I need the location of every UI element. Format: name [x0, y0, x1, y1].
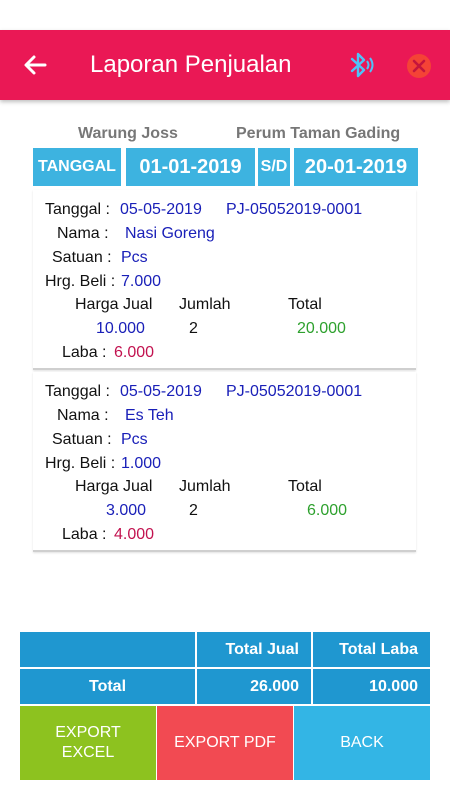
total-laba-header: Total Laba [313, 632, 430, 667]
invoice-code: PJ-05052019-0001 [226, 383, 363, 400]
profit-value: 4.000 [114, 526, 155, 543]
export-pdf-button[interactable]: EXPORT PDF [157, 706, 293, 780]
buy-price-value: 1.000 [121, 455, 162, 472]
app-bar: Laporan Penjualan [0, 30, 450, 100]
back-button[interactable]: BACK [294, 706, 430, 780]
list-item[interactable]: Tanggal : 05-05-2019 PJ-05052019-0001 Na… [33, 190, 416, 370]
store-name: Warung Joss [78, 125, 178, 142]
buy-price-label: Hrg. Beli : [45, 455, 116, 472]
unit-value: Pcs [121, 249, 148, 266]
qty-value: 2 [189, 502, 198, 519]
arrow-left-icon[interactable] [20, 50, 50, 80]
sell-price-header: Harga Jual [75, 296, 153, 313]
buy-price-label: Hrg. Beli : [45, 273, 116, 290]
total-jual-value: 26.000 [197, 669, 311, 704]
total-laba-value: 10.000 [313, 669, 430, 704]
unit-value: Pcs [121, 431, 148, 448]
product-name: Nasi Goreng [125, 225, 215, 242]
date-label: Tanggal : [45, 201, 110, 218]
sell-price-value: 10.000 [96, 320, 145, 337]
total-value: 20.000 [297, 320, 346, 337]
store-address: Perum Taman Gading [236, 125, 401, 142]
product-name: Es Teh [125, 407, 174, 424]
close-circle-icon[interactable] [404, 51, 434, 81]
export-excel-button[interactable]: EXPORT EXCEL [20, 706, 156, 780]
date-value: 05-05-2019 [120, 383, 202, 400]
summary-row-label: Total [20, 669, 195, 704]
profit-label: Laba : [62, 344, 107, 361]
qty-value: 2 [189, 320, 198, 337]
end-date-field[interactable]: 20-01-2019 [294, 148, 418, 186]
total-header: Total [288, 296, 322, 313]
start-date-field[interactable]: 01-01-2019 [126, 148, 255, 186]
export-excel-label: EXPORT EXCEL [55, 724, 121, 761]
unit-label: Satuan : [52, 249, 112, 266]
bluetooth-icon[interactable] [344, 49, 376, 81]
sell-price-header: Harga Jual [75, 478, 153, 495]
name-label: Nama : [57, 407, 109, 424]
qty-header: Jumlah [179, 478, 231, 495]
qty-header: Jumlah [179, 296, 231, 313]
page-title: Laporan Penjualan [90, 51, 292, 78]
name-label: Nama : [57, 225, 109, 242]
profit-value: 6.000 [114, 344, 155, 361]
total-jual-header: Total Jual [197, 632, 311, 667]
summary-header-empty [20, 632, 195, 667]
unit-label: Satuan : [52, 431, 112, 448]
date-label: Tanggal : [45, 383, 110, 400]
period-label: TANGGAL [33, 148, 121, 186]
invoice-code: PJ-05052019-0001 [226, 201, 363, 218]
total-header: Total [288, 478, 322, 495]
system-nav-bar [0, 780, 450, 800]
total-value: 6.000 [307, 502, 348, 519]
sales-list: Tanggal : 05-05-2019 PJ-05052019-0001 Na… [33, 190, 416, 554]
status-bar [0, 0, 450, 30]
sell-price-value: 3.000 [106, 502, 147, 519]
buy-price-value: 7.000 [121, 273, 162, 290]
date-value: 05-05-2019 [120, 201, 202, 218]
profit-label: Laba : [62, 526, 107, 543]
period-separator: S/D [258, 148, 290, 186]
list-item[interactable]: Tanggal : 05-05-2019 PJ-05052019-0001 Na… [33, 372, 416, 552]
